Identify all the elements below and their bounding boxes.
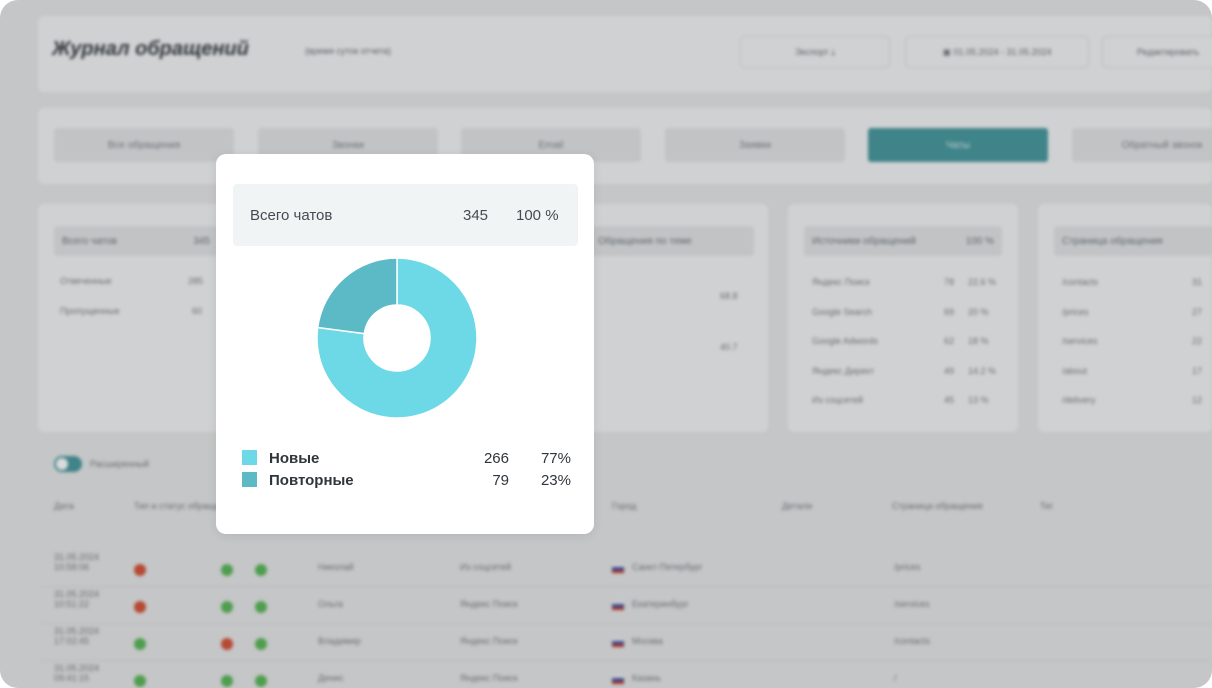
legend-row-new: Новые 266 77% — [242, 448, 572, 468]
legend-row-repeat: Повторные 79 23% — [242, 470, 572, 490]
legend-name-repeat: Повторные — [269, 472, 354, 489]
screen-frame: Журнал обращений (время суток отчета) Эк… — [0, 0, 1212, 688]
modal-overlay[interactable] — [0, 0, 1212, 688]
legend-percent-repeat: 23% — [540, 472, 571, 489]
legend-name-new: Новые — [269, 450, 320, 467]
donut-slice-repeat[interactable] — [316, 257, 398, 335]
legend-swatch-new — [242, 450, 257, 465]
summary-percent: 100 % — [516, 207, 559, 224]
summary-label: Всего чатов — [250, 207, 333, 224]
legend-count-repeat: 79 — [492, 472, 509, 489]
legend-swatch-repeat — [242, 472, 257, 487]
chats-popup: Всего чатов 345 100 % Новые 266 77% Повт… — [216, 154, 594, 534]
legend-percent-new: 77% — [540, 450, 571, 467]
chats-summary: Всего чатов 345 100 % — [233, 184, 578, 246]
legend-count-new: 266 — [483, 450, 509, 467]
summary-count: 345 — [463, 207, 489, 224]
chats-donut-chart — [316, 257, 478, 419]
